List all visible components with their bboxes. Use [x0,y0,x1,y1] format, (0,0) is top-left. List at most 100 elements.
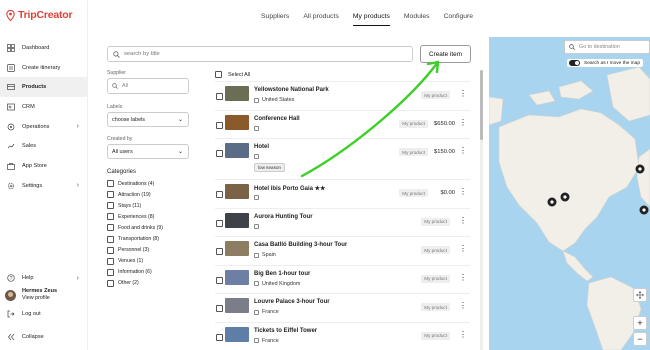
table-row[interactable]: Aurora Hunting Tour My product ⋮ [215,207,470,237]
more-options-icon[interactable]: ⋮ [459,330,467,339]
row-checkbox[interactable] [216,150,223,157]
sidebar-item-products[interactable]: Products [0,77,88,98]
row-checkbox[interactable] [216,191,223,198]
category-item[interactable]: Other (2) [107,278,189,289]
toggle-switch[interactable] [569,60,580,66]
select-all-checkbox[interactable] [215,71,222,78]
sidebar-item-help[interactable]: ? Help › [0,272,88,284]
table-row[interactable]: Casa Batlló Building 3-hour Tour Spain My … [215,236,470,265]
row-checkbox[interactable] [216,333,223,341]
tab-configure[interactable]: Configure [437,13,480,23]
fullscreen-button[interactable] [633,288,647,302]
supplier-field[interactable]: All [107,78,189,94]
tab-modules[interactable]: Modules [397,13,437,23]
product-title[interactable]: Louvre Palace 3-hour Tour [254,299,330,305]
product-title[interactable]: Conference Hall [254,116,300,122]
more-options-icon[interactable]: ⋮ [459,302,467,310]
more-options-icon[interactable]: ⋮ [459,147,467,155]
sidebar-item-operations[interactable]: Operations › [0,117,88,137]
table-row[interactable]: Yellowstone National Park United States My… [215,81,470,110]
sidebar-item-logout[interactable]: Log out [0,306,88,322]
product-title[interactable]: Hotel [254,144,269,150]
table-row[interactable]: Big Ben 1-hour tour United Kingdom My prod… [215,264,470,294]
category-icon [254,281,259,286]
sidebar-item-label: Operations [22,123,50,130]
zoom-out-button[interactable]: − [633,332,647,346]
select-all[interactable]: Select All [215,70,470,79]
table-row[interactable]: Hotel ibis Porto Gaia ★★ My product $0.00 ⋮ [215,179,470,208]
category-item[interactable]: Food and drinks (9) [107,222,189,233]
row-checkbox[interactable] [216,305,223,312]
map-marker[interactable] [635,164,645,174]
search-input[interactable] [124,51,404,57]
sidebar-item-app-store[interactable]: App Store [0,156,88,176]
checkbox[interactable] [107,180,114,188]
sidebar-item-collapse[interactable]: Collapse [0,322,88,350]
checkbox[interactable] [107,268,114,276]
logo[interactable]: TripCreator [5,9,73,21]
category-item[interactable]: Information (6) [107,267,189,278]
sidebar-item-settings[interactable]: Settings › [0,176,88,196]
checkbox[interactable] [107,235,114,243]
tab-suppliers[interactable]: Suppliers [254,13,296,23]
map-marker[interactable] [639,205,649,215]
more-options-icon[interactable]: ⋮ [459,90,467,98]
category-item[interactable]: Transportation (8) [107,233,189,244]
more-options-icon[interactable]: ⋮ [459,245,467,253]
category-item[interactable]: Experiences (8) [107,211,189,222]
product-title[interactable]: Yellowstone National Park [254,87,329,93]
sidebar-item-dashboard[interactable]: Dashboard [0,38,88,58]
row-checkbox[interactable] [216,93,223,100]
checkbox[interactable] [107,246,114,254]
checkbox[interactable] [107,213,114,221]
category-item[interactable]: Attraction (19) [107,189,189,200]
row-checkbox[interactable] [216,121,223,129]
scrollbar-thumb[interactable] [480,70,483,140]
map-marker[interactable] [547,197,557,207]
product-location-text: United States [262,97,295,103]
map-search[interactable]: Go to destination [564,40,650,54]
sidebar-item-sales[interactable]: Sales [0,136,88,156]
map-move-search-toggle[interactable]: Search as I move the map [567,59,643,67]
create-item-button[interactable]: Create item [420,45,471,63]
category-item[interactable]: Destinations (4) [107,178,189,189]
category-label: Attraction (19) [118,191,151,198]
sidebar-item-create-itinerary[interactable]: Create itinerary [0,58,88,78]
user-profile[interactable]: Hermes Zeus View profile [0,284,88,306]
product-title[interactable]: Tickets to Eiffel Tower [254,328,317,334]
tab-all-products[interactable]: All products [296,13,346,23]
my-product-badge: My product [399,148,428,156]
product-title[interactable]: Big Ben 1-hour tour [254,271,310,277]
checkbox[interactable] [107,279,114,287]
map-marker[interactable] [560,192,570,202]
row-checkbox[interactable] [216,276,223,284]
product-title[interactable]: Aurora Hunting Tour [254,214,313,220]
table-row[interactable]: Louvre Palace 3-hour Tour France My produc… [215,293,470,322]
sidebar-item-crm[interactable]: CRM [0,97,88,117]
created-by-select[interactable]: All users ⌄ [107,144,189,159]
zoom-in-button[interactable]: + [633,316,647,330]
table-row[interactable]: Hotel low season My product $150.00 ⋮ [215,138,470,179]
checkbox[interactable] [107,191,114,199]
checkbox[interactable] [107,224,114,232]
view-profile-link[interactable]: View profile [22,295,57,302]
row-checkbox[interactable] [216,219,223,227]
map-view[interactable] [489,37,650,350]
more-options-icon[interactable]: ⋮ [459,118,467,127]
product-title[interactable]: Hotel ibis Porto Gaia ★★ [254,185,325,192]
more-options-icon[interactable]: ⋮ [459,273,467,282]
checkbox[interactable] [107,202,114,210]
product-title[interactable]: Casa Batlló Building 3-hour Tour [254,242,347,248]
tab-my-products[interactable]: My products [346,13,397,26]
category-item[interactable]: Personnel (3) [107,245,189,256]
more-options-icon[interactable]: ⋮ [459,188,467,196]
more-options-icon[interactable]: ⋮ [459,216,467,225]
checkbox[interactable] [107,257,114,265]
list-scrollbar[interactable] [480,70,483,350]
row-checkbox[interactable] [216,248,223,255]
category-item[interactable]: Venues (1) [107,256,189,267]
table-row[interactable]: Tickets to Eiffel Tower France My product ⋮ [215,321,470,350]
labels-select[interactable]: choose labels ⌄ [107,112,189,127]
table-row[interactable]: Conference Hall My product $650.00 ⋮ [215,109,470,139]
category-item[interactable]: Stays (11) [107,200,189,211]
